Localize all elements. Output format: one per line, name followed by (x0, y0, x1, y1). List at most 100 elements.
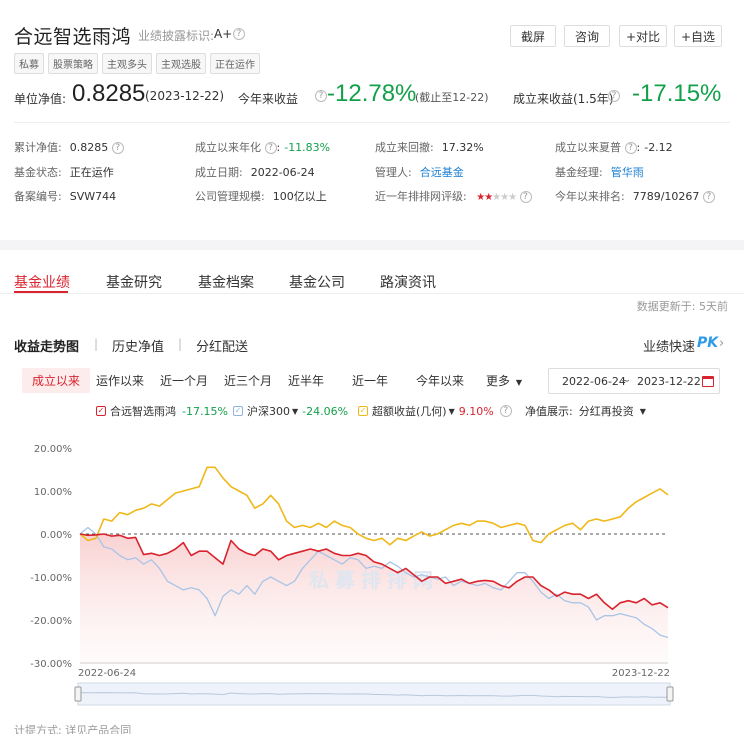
range-1m[interactable]: 近一个月 (160, 372, 208, 389)
checkbox-checked-icon[interactable]: ✓ (358, 406, 368, 416)
caret-down-icon: ▼ (639, 406, 646, 416)
help-icon[interactable]: ? (315, 90, 327, 102)
help-icon[interactable]: ? (608, 90, 620, 102)
nav-label: 单位净值: (14, 92, 67, 106)
nav-value: 0.8285 (72, 80, 146, 107)
divider (0, 293, 744, 294)
fund-header-card: 合远智选雨鸿 业绩披露标识: A+ ? 截屏 咨询 +对比 +自选 私募 股票策… (0, 0, 744, 240)
tag: 股票策略 (48, 53, 98, 74)
info-annualized: 成立以来年化 ?: -11.83% (195, 141, 331, 154)
star-empty-icon: ★ (500, 192, 509, 203)
watchlist-button[interactable]: +自选 (674, 25, 722, 47)
tab-research[interactable]: 基金研究 (106, 272, 162, 292)
tab-company[interactable]: 基金公司 (289, 272, 345, 292)
checkbox-checked-icon[interactable]: ✓ (96, 406, 106, 416)
date-range-picker[interactable]: 2022-06-24 ~ 2023-12-22 (548, 368, 720, 394)
legend-index[interactable]: ✓ 沪深300 ▼ -24.06% (233, 403, 348, 419)
range-separator: ~ (621, 374, 631, 387)
tab-roadshow[interactable]: 路演资讯 (380, 272, 436, 292)
ytd-label: 今年来收益 (238, 92, 299, 106)
disclosure-label: 业绩披露标识: (138, 29, 215, 43)
range-since-operation[interactable]: 运作以来 (96, 372, 144, 389)
subtab-dividends[interactable]: 分红配送 (196, 336, 248, 355)
quick-pk-label[interactable]: 业绩快速 (643, 336, 695, 355)
star-filled-icon: ★ (476, 192, 485, 203)
navigator-handle-left[interactable] (74, 686, 82, 702)
range-6m[interactable]: 近半年 (288, 372, 324, 389)
info-fund-manager: 基金经理: 管华雨 (555, 166, 644, 179)
help-icon[interactable]: ? (702, 191, 715, 203)
range-1y[interactable]: 近一年 (352, 372, 388, 389)
tag-list: 私募 股票策略 主观多头 主观选股 正在运作 (14, 53, 260, 74)
return-trend-chart[interactable]: 20.00% 10.00% 0.00% -10.00% -20.00% -30.00% 20… (0, 430, 744, 734)
caret-down-icon[interactable]: ▼ (449, 407, 455, 416)
subtab-return-chart[interactable]: 收益走势图 (14, 336, 79, 355)
range-3m[interactable]: 近三个月 (224, 372, 272, 389)
help-icon[interactable]: ? (519, 191, 532, 203)
subtab-history-nav[interactable]: 历史净值 (112, 336, 164, 355)
fund-manager-link[interactable]: 管华雨 (611, 166, 644, 179)
nav-date: (2023-12-22) (145, 89, 225, 103)
separator: | (178, 337, 183, 351)
navigator-handle-right[interactable] (666, 686, 674, 702)
manager-company-link[interactable]: 合远基金 (420, 166, 464, 179)
info-scale: 公司管理规模: 100亿以上 (195, 190, 327, 203)
info-status: 基金状态: 正在运作 (14, 166, 114, 179)
chevron-right-icon[interactable]: › (719, 336, 724, 351)
start-date[interactable]: 2022-06-24 (562, 375, 626, 388)
help-icon[interactable]: ? (264, 142, 277, 154)
y-tick-label: -30.00% (30, 659, 72, 670)
x-tick-label: 2022-06-24 (78, 668, 136, 679)
info-rank: 今年以来排名: 7789/10267 ? (555, 188, 715, 204)
star-filled-icon: ★ (484, 192, 493, 203)
y-tick-label: 20.00% (34, 444, 72, 455)
end-date[interactable]: 2023-12-22 (637, 375, 701, 388)
more-ranges-dropdown[interactable]: 更多 ▼ (486, 372, 526, 389)
since-inception-label: 成立来收益(1.5年) (513, 92, 614, 106)
ytd-return-value: -12.78% (327, 80, 417, 107)
main-tabs: 基金业绩 基金研究 基金档案 基金公司 路演资讯 数据更新于: 5天前 (0, 272, 744, 313)
screenshot-button[interactable]: 截屏 (510, 25, 556, 47)
tab-archive[interactable]: 基金档案 (198, 272, 254, 292)
divider (14, 122, 730, 123)
star-empty-icon: ★ (492, 192, 501, 203)
disclosure-value: A+ (214, 27, 233, 41)
tag: 私募 (14, 53, 44, 74)
info-cum-nav: 累计净值: 0.8285 ? (14, 139, 124, 155)
info-manager-company: 管理人: 合远基金 (375, 166, 464, 179)
info-sharpe: 成立以来夏普 ?: -2.12 (555, 141, 673, 154)
y-tick-label: -20.00% (30, 616, 72, 627)
y-tick-label: 10.00% (34, 487, 72, 498)
legend-fund[interactable]: ✓ 合远智选雨鸿 -17.15% (96, 403, 228, 419)
tab-performance[interactable]: 基金业绩 (14, 272, 70, 292)
since-inception-value: -17.15% (632, 80, 722, 107)
info-record: 备案编号: SVW744 (14, 190, 117, 203)
caret-down-icon: ▼ (515, 378, 522, 387)
y-tick-label: 0.00% (40, 530, 72, 541)
calendar-icon[interactable] (702, 376, 714, 387)
help-icon[interactable]: ? (499, 405, 512, 417)
calc-method-note: 计提方式: 详见产品合同 (14, 724, 132, 734)
help-icon[interactable]: ? (233, 28, 245, 40)
caret-down-icon[interactable]: ▼ (292, 407, 298, 416)
excess-line (79, 466, 669, 546)
range-since-inception[interactable]: 成立以来 (22, 368, 91, 393)
info-drawdown: 成立来回撤: 17.32% (375, 141, 484, 154)
x-tick-label: 2023-12-22 (612, 668, 670, 679)
info-inception: 成立日期: 2022-06-24 (195, 166, 315, 179)
help-icon[interactable]: ? (111, 142, 124, 154)
update-note: 数据更新于: 5天前 (636, 300, 728, 313)
range-ytd[interactable]: 今年以来 (416, 372, 464, 389)
tag: 主观选股 (156, 53, 206, 74)
consult-button[interactable]: 咨询 (564, 25, 610, 47)
y-tick-label: -10.00% (30, 573, 72, 584)
compare-button[interactable]: +对比 (619, 25, 667, 47)
pk-badge[interactable]: PK (697, 335, 718, 351)
rating-stars: ★★★★★ (476, 192, 517, 203)
legend-excess[interactable]: ✓ 超额收益(几何) ▼ 9.10% ? (358, 403, 512, 419)
checkbox-checked-icon[interactable]: ✓ (233, 406, 243, 416)
help-icon[interactable]: ? (624, 142, 637, 154)
fund-name: 合远智选雨鸿 (14, 26, 132, 48)
nav-display-selector[interactable]: 净值展示: 分红再投资 ▼ (525, 403, 650, 419)
ytd-note: (截止至12-22) (415, 91, 489, 104)
